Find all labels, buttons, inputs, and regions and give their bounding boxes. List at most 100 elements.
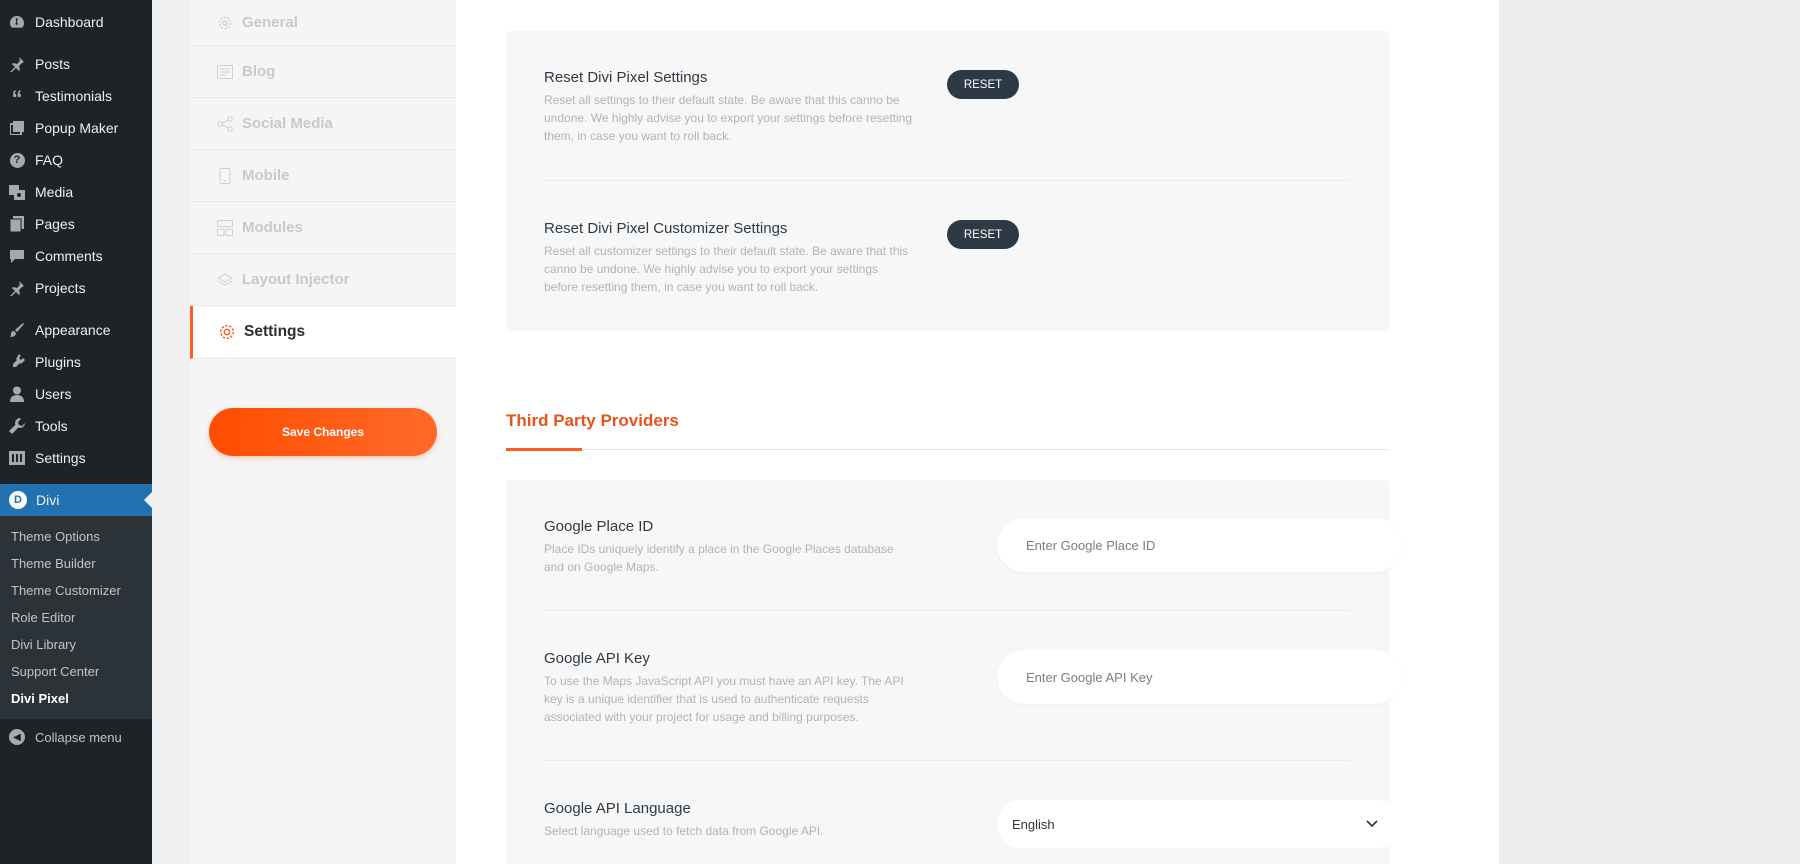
menu-label: Plugins: [35, 354, 81, 370]
section-divider: [506, 449, 1389, 450]
nav-item-mobile[interactable]: Mobile: [190, 150, 456, 202]
menu-item-appearance[interactable]: Appearance: [0, 314, 152, 346]
settings-content: Reset Divi Pixel Settings Reset all sett…: [456, 0, 1499, 864]
brush-icon: [9, 322, 25, 338]
menu-label: Users: [35, 386, 72, 402]
select-value: English: [1012, 816, 1055, 832]
menu-label: Testimonials: [35, 88, 113, 104]
nav-label: Social Media: [242, 115, 333, 132]
third-party-panel: Google Place ID Place IDs uniquely ident…: [506, 480, 1402, 864]
pages-icon: [9, 216, 25, 232]
menu-label: Collapse menu: [35, 729, 122, 745]
plug-icon: [9, 354, 25, 370]
menu-item-users[interactable]: Users: [0, 378, 152, 410]
popup-icon: [9, 120, 25, 136]
submenu-theme-customizer[interactable]: Theme Customizer: [0, 577, 152, 604]
menu-item-pages[interactable]: Pages: [0, 208, 152, 240]
nav-item-social-media[interactable]: Social Media: [190, 98, 456, 150]
row-description: Place IDs uniquely identify a place in t…: [544, 542, 894, 574]
menu-label: Appearance: [35, 322, 111, 338]
submenu-support-center[interactable]: Support Center: [0, 658, 152, 685]
reset-customizer-button[interactable]: RESET: [947, 220, 1019, 249]
menu-item-media[interactable]: Media: [0, 176, 152, 208]
collapse-menu-button[interactable]: ◀ Collapse menu: [0, 721, 152, 753]
menu-item-dashboard[interactable]: Dashboard: [0, 6, 152, 38]
menu-item-popup-maker[interactable]: Popup Maker: [0, 112, 152, 144]
row-description: Reset all customizer settings to their d…: [544, 244, 909, 294]
menu-label: Comments: [35, 248, 103, 264]
nav-item-blog[interactable]: Blog: [190, 46, 456, 98]
row-description: Reset all settings to their default stat…: [544, 93, 912, 143]
user-icon: [9, 386, 25, 402]
menu-label: Projects: [35, 280, 86, 296]
collapse-arrow-icon: ◀: [9, 729, 25, 745]
nav-label: Layout Injector: [242, 271, 350, 288]
page-background-gutter: [1499, 0, 1800, 864]
nav-label: Modules: [242, 219, 303, 236]
quote-icon: “: [11, 86, 23, 111]
divider: [544, 760, 1351, 761]
nav-label: General: [242, 14, 298, 31]
menu-item-faq[interactable]: ? FAQ: [0, 144, 152, 176]
menu-label: Dashboard: [35, 14, 104, 30]
menu-label: Media: [35, 184, 74, 200]
submenu-theme-options[interactable]: Theme Options: [0, 523, 152, 550]
row-description: Select language used to fetch data from …: [544, 824, 824, 838]
divi-submenu: Theme Options Theme Builder Theme Custom…: [0, 516, 152, 719]
wp-admin-sidebar: Dashboard Posts “ Testimonials Popup Mak…: [0, 0, 152, 864]
menu-item-comments[interactable]: Comments: [0, 240, 152, 272]
menu-item-plugins[interactable]: Plugins: [0, 346, 152, 378]
submenu-divi-pixel[interactable]: Divi Pixel: [0, 685, 152, 712]
menu-label: Pages: [35, 216, 75, 232]
menu-label: FAQ: [35, 152, 64, 168]
menu-label: Settings: [35, 450, 86, 466]
menu-item-projects[interactable]: Projects: [0, 272, 152, 304]
plugin-settings-nav: General Blog Social Media Mobile Modules…: [190, 0, 456, 864]
settings-icon: [9, 450, 25, 466]
mobile-icon: [216, 167, 234, 185]
reset-panel: Reset Divi Pixel Settings Reset all sett…: [506, 31, 1389, 331]
menu-item-tools[interactable]: Tools: [0, 410, 152, 442]
chevron-down-icon: [1366, 816, 1378, 831]
wrench-icon: [9, 418, 25, 434]
submenu-divi-library[interactable]: Divi Library: [0, 631, 152, 658]
menu-item-settings[interactable]: Settings: [0, 442, 152, 474]
pin-icon: [9, 280, 25, 296]
menu-label: Popup Maker: [35, 120, 119, 136]
divider: [544, 610, 1351, 611]
save-changes-button[interactable]: Save Changes: [209, 408, 437, 456]
section-accent-bar: [506, 448, 582, 451]
menu-label: Divi: [36, 492, 60, 508]
share-icon: [216, 115, 234, 133]
google-api-language-select[interactable]: English: [997, 800, 1402, 848]
dashboard-icon: [9, 14, 25, 30]
nav-item-settings[interactable]: Settings: [190, 306, 456, 359]
pin-icon: [9, 56, 25, 72]
menu-item-posts[interactable]: Posts: [0, 48, 152, 80]
section-title: Third Party Providers: [506, 411, 679, 430]
menu-item-testimonials[interactable]: “ Testimonials: [0, 80, 152, 112]
divider: [544, 180, 1351, 181]
menu-label: Tools: [35, 418, 68, 434]
gear-icon: [218, 323, 236, 341]
nav-label: Blog: [242, 63, 276, 80]
google-api-key-input[interactable]: [997, 650, 1402, 704]
blog-icon: [216, 63, 234, 81]
modules-icon: [216, 219, 234, 237]
row-description: To use the Maps JavaScript API you must …: [544, 674, 904, 724]
question-icon: ?: [9, 152, 25, 168]
gear-icon: [216, 14, 234, 32]
divi-logo-icon: D: [9, 491, 27, 509]
reset-settings-button[interactable]: RESET: [947, 70, 1019, 99]
nav-item-general[interactable]: General: [190, 0, 456, 46]
layers-icon: [216, 271, 234, 289]
nav-label: Mobile: [242, 167, 290, 184]
nav-item-layout-injector[interactable]: Layout Injector: [190, 254, 456, 306]
media-icon: [9, 184, 25, 200]
submenu-role-editor[interactable]: Role Editor: [0, 604, 152, 631]
comment-icon: [9, 248, 25, 264]
submenu-theme-builder[interactable]: Theme Builder: [0, 550, 152, 577]
menu-item-divi[interactable]: D Divi: [0, 484, 152, 516]
google-place-id-input[interactable]: [997, 518, 1402, 572]
nav-item-modules[interactable]: Modules: [190, 202, 456, 254]
